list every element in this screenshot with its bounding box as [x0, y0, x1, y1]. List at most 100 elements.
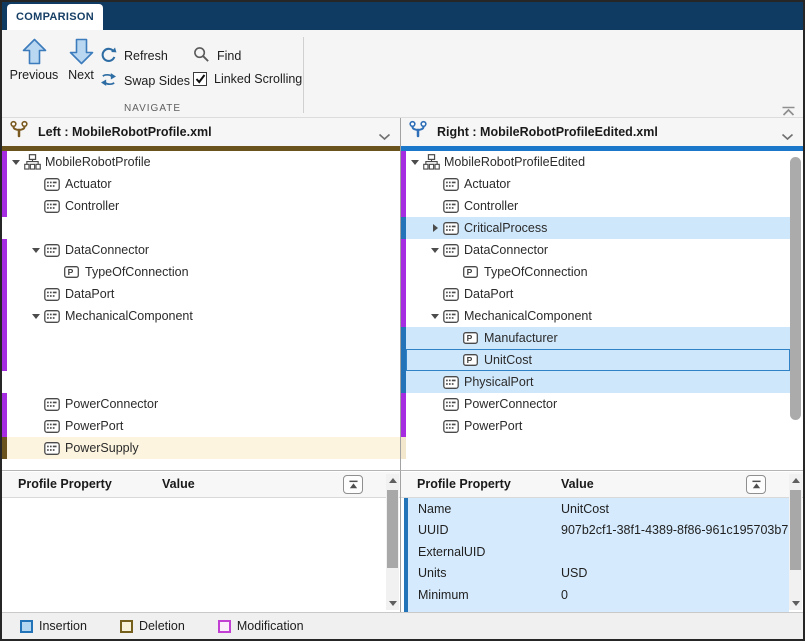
tree-item-PowerPort[interactable]: PowerPort [401, 415, 803, 437]
tree-item-CriticalProcess[interactable]: CriticalProcess [401, 217, 803, 239]
checkbox-checked-icon[interactable] [193, 72, 207, 86]
legend-label: Insertion [39, 619, 87, 633]
scrollbar-thumb[interactable] [790, 490, 801, 570]
tree-item-TypeOfConnection[interactable]: P TypeOfConnection [2, 261, 400, 283]
tree-item-label: Actuator [464, 177, 511, 191]
expander-down-icon[interactable] [28, 314, 44, 319]
tree-item-label: DataConnector [65, 243, 149, 257]
left-properties-header: Profile Property Value [2, 472, 400, 498]
tree-item-DataConnector[interactable]: DataConnector [2, 239, 400, 261]
tree-item-MobileRobotProfileEdited[interactable]: MobileRobotProfileEdited [401, 151, 803, 173]
stereotype-icon [44, 200, 65, 213]
tree-item-DataPort[interactable]: DataPort [2, 283, 400, 305]
next-label: Next [68, 68, 94, 82]
expander-down-icon[interactable] [427, 314, 443, 319]
legend-item-modification: Modification [218, 619, 304, 633]
right-properties-body: NameUnitCostUUID907b2cf1-38f1-4389-8f86-… [401, 498, 789, 612]
modification-edge-marker [2, 305, 7, 327]
tree-item-label: TypeOfConnection [85, 265, 189, 279]
find-button[interactable]: Find [193, 46, 241, 66]
left-properties-scrollbar[interactable] [386, 474, 399, 610]
left-pane-selector[interactable]: Left : MobileRobotProfile.xml [2, 118, 400, 146]
tree-item-PhysicalPort[interactable]: PhysicalPort [401, 371, 803, 393]
next-button[interactable]: Next [62, 38, 100, 82]
stereotype-icon [44, 178, 65, 191]
tree-item-PowerConnector[interactable]: PowerConnector [401, 393, 803, 415]
svg-text:P: P [467, 267, 473, 277]
right-properties-panel: Profile Property Value NameUnitCostUUID9… [401, 470, 803, 612]
stereotype-icon [44, 288, 65, 301]
right-tree-scrollbar-thumb[interactable] [790, 157, 801, 420]
stereotype-icon [443, 420, 464, 433]
chevron-down-icon [781, 128, 794, 146]
expander-down-icon[interactable] [427, 248, 443, 253]
insertion-edge-marker [401, 349, 406, 371]
tree-item-Controller[interactable]: Controller [2, 195, 400, 217]
tree-item-DataPort[interactable]: DataPort [401, 283, 803, 305]
tree-item-label: MechanicalComponent [65, 309, 193, 323]
modification-edge-marker [2, 173, 7, 195]
tree-item-Actuator[interactable]: Actuator [2, 173, 400, 195]
tree-item-label: UnitCost [484, 353, 532, 367]
tree-item-PowerPort[interactable]: PowerPort [2, 415, 400, 437]
collapse-panel-button[interactable] [343, 475, 363, 494]
right-tree: MobileRobotProfileEdited Actuator Controll… [401, 151, 803, 470]
modification-edge-marker [2, 415, 7, 437]
tab-comparison[interactable]: COMPARISON [7, 4, 103, 30]
tree-item-Manufacturer[interactable]: PManufacturer [401, 327, 803, 349]
value-column-header: Value [561, 477, 594, 491]
refresh-button[interactable]: Refresh [100, 46, 168, 66]
tree-gap-row [401, 437, 803, 459]
value-column-header: Value [162, 477, 195, 491]
tree-item-TypeOfConnection[interactable]: PTypeOfConnection [401, 261, 803, 283]
swap-sides-button[interactable]: Swap Sides [100, 72, 190, 90]
svg-text:P: P [68, 267, 74, 277]
right-properties-scrollbar[interactable] [789, 474, 802, 610]
modification-edge-marker [401, 195, 406, 217]
scrollbar-thumb[interactable] [387, 490, 398, 568]
expander-down-icon[interactable] [28, 248, 44, 253]
tree-item-MechanicalComponent[interactable]: MechanicalComponent [401, 305, 803, 327]
right-pane-selector[interactable]: Right : MobileRobotProfileEdited.xml [401, 118, 803, 146]
tree-item-MechanicalComponent[interactable]: MechanicalComponent [2, 305, 400, 327]
tab-bar: COMPARISON [2, 2, 803, 30]
collapse-panel-button[interactable] [746, 475, 766, 494]
stereotype-icon [443, 244, 464, 257]
property-row-Name[interactable]: NameUnitCost [401, 498, 789, 520]
tree-item-MobileRobotProfile[interactable]: MobileRobotProfile [2, 151, 400, 173]
right-tree-pane: Right : MobileRobotProfileEdited.xml Mob… [401, 118, 803, 470]
previous-button[interactable]: Previous [8, 38, 60, 82]
property-row-ExternalUID[interactable]: ExternalUID [401, 541, 789, 563]
scroll-up-icon[interactable] [386, 474, 399, 487]
expander-down-icon[interactable] [8, 160, 24, 165]
tree-item-Actuator[interactable]: Actuator [401, 173, 803, 195]
modification-edge-marker [401, 415, 406, 437]
tree-item-DataConnector[interactable]: DataConnector [401, 239, 803, 261]
legend-item-deletion: Deletion [120, 619, 185, 633]
property-row-Units[interactable]: UnitsUSD [401, 563, 789, 585]
tree-item-label: DataPort [464, 287, 513, 301]
tree-item-Controller[interactable]: Controller [401, 195, 803, 217]
property-row-Minimum[interactable]: Minimum0 [401, 584, 789, 606]
property-column-header: Profile Property [18, 477, 112, 491]
scroll-down-icon[interactable] [386, 597, 399, 610]
property-value: 0 [561, 588, 568, 602]
tree-item-label: MobileRobotProfileEdited [444, 155, 585, 169]
modification-edge-marker [401, 239, 406, 261]
tree-item-label: Controller [464, 199, 518, 213]
modification-edge-marker [401, 261, 406, 283]
property-value: 907b2cf1-38f1-4389-8f86-961c195703b7 [561, 523, 788, 537]
tree-item-PowerSupply[interactable]: PowerSupply [2, 437, 400, 459]
stereotype-icon [443, 200, 464, 213]
tree-item-label: Controller [65, 199, 119, 213]
expander-right-icon[interactable] [427, 224, 443, 232]
property-row-UUID[interactable]: UUID907b2cf1-38f1-4389-8f86-961c195703b7 [401, 520, 789, 542]
scroll-down-icon[interactable] [789, 597, 802, 610]
modification-edge-marker [2, 393, 7, 415]
tree-item-UnitCost[interactable]: PUnitCost [401, 349, 803, 371]
expander-down-icon[interactable] [407, 160, 423, 165]
scroll-up-icon[interactable] [789, 474, 802, 487]
collapse-toolstrip-button[interactable] [781, 104, 796, 115]
tree-item-PowerConnector[interactable]: PowerConnector [2, 393, 400, 415]
linked-scrolling-toggle[interactable]: Linked Scrolling [193, 72, 302, 86]
